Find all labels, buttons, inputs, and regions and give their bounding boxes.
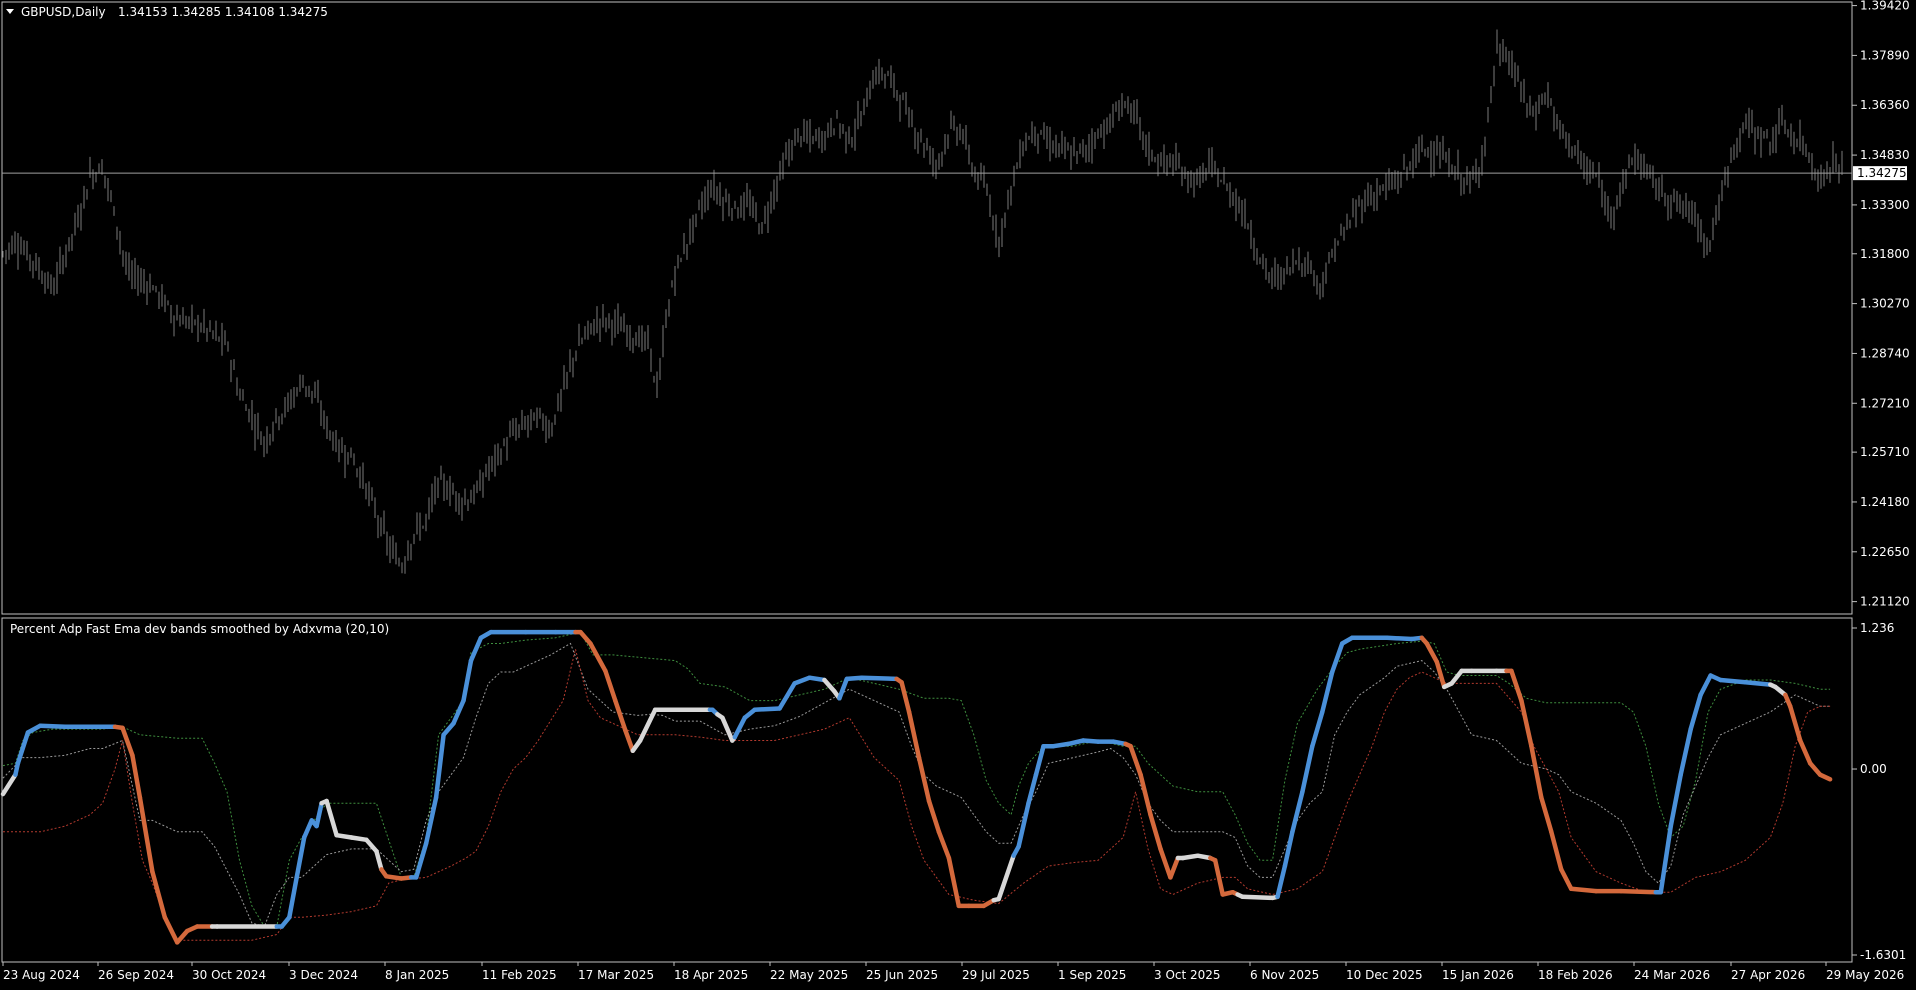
indicator-title: Percent Adp Fast Ema dev bands smoothed … [10, 622, 389, 636]
time-tick-label: 8 Jan 2025 [385, 968, 449, 982]
indicator-main-segment-neutral [349, 835, 369, 843]
time-tick-label: 25 Jun 2025 [866, 968, 938, 982]
time-tick-label: 29 May 2026 [1826, 968, 1904, 982]
time-tick-label: 3 Dec 2024 [289, 968, 358, 982]
indicator-main-segment-rising [807, 675, 827, 683]
time-tick-label: 30 Oct 2024 [192, 968, 266, 982]
indicator-main-segment-falling [1618, 888, 1659, 895]
chart-window[interactable]: 1.39420 1.37890 1.36360 1.34830 1.33300 1.318… [0, 0, 1916, 986]
time-tick-label: 18 Apr 2025 [674, 968, 748, 982]
price-tick-label: 1.33300 [1860, 198, 1910, 212]
time-tick-label: 15 Jan 2026 [1442, 968, 1514, 982]
time-tick-label: 11 Feb 2025 [482, 968, 557, 982]
time-tick-label: 1 Sep 2025 [1058, 968, 1126, 982]
current-price-tag: 1.34275 [1853, 166, 1907, 181]
time-tick-label: 29 Jul 2025 [962, 968, 1030, 982]
current-price-label: 1.34275 [1857, 166, 1907, 180]
time-tick-label: 17 Mar 2025 [578, 968, 654, 982]
price-tick-label: 1.24180 [1860, 495, 1910, 509]
time-tick-label: 27 Apr 2026 [1731, 968, 1805, 982]
time-tick-label: 24 Mar 2026 [1634, 968, 1710, 982]
indicator-main-segment-falling [1568, 886, 1599, 894]
indicator-main-segment-neutral [334, 832, 354, 840]
indicator-main-segment-rising [859, 675, 899, 682]
price-tick-label: 1.34830 [1860, 148, 1910, 162]
time-tick-label: 22 May 2025 [770, 968, 848, 982]
symbol-label: GBPUSD,Daily [21, 5, 106, 19]
indicator-main-segment-falling [384, 874, 404, 881]
time-tick-label: 26 Sep 2024 [98, 968, 174, 982]
indicator-main-segment-rising [752, 706, 782, 712]
time-tick-label: 23 Aug 2024 [3, 968, 80, 982]
indicator-main-segment-rising [1718, 677, 1748, 685]
time-tick-label: 18 Feb 2026 [1538, 968, 1613, 982]
ohlc-values: 1.34153 1.34285 1.34108 1.34275 [118, 5, 328, 19]
indicator-main-segment-rising [38, 723, 68, 730]
symbol-header[interactable]: GBPUSD,Daily 1.34153 1.34285 1.34108 1.3… [6, 5, 328, 19]
indicator-main-segment-rising [1051, 741, 1071, 749]
indicator-main-segment-neutral [1180, 853, 1201, 861]
indicator-tick-label: -1.6301 [1860, 948, 1906, 962]
indicator-tick-label: 0.00 [1860, 762, 1887, 776]
price-tick-label: 1.39420 [1860, 0, 1910, 13]
price-tick-label: 1.28740 [1860, 346, 1910, 360]
time-tick-label: 6 Nov 2025 [1250, 968, 1319, 982]
indicator-main-segment-neutral [1240, 894, 1275, 901]
price-tick-label: 1.36360 [1860, 98, 1910, 112]
price-tick-label: 1.22650 [1860, 545, 1910, 559]
time-tick-label: 3 Oct 2025 [1154, 968, 1221, 982]
indicator-main-segment-rising [844, 675, 865, 682]
price-tick-label: 1.37890 [1860, 48, 1910, 62]
indicator-tick-label: 1.236 [1860, 621, 1894, 635]
price-tick-label: 1.31800 [1860, 247, 1910, 261]
price-tick-label: 1.30270 [1860, 297, 1910, 311]
indicator-main-segment-rising [1384, 635, 1415, 642]
indicator-main-segment-rising [1743, 680, 1773, 687]
price-tick-label: 1.25710 [1860, 445, 1910, 459]
price-tick-label: 1.27210 [1860, 396, 1910, 410]
time-tick-label: 10 Dec 2025 [1346, 968, 1423, 982]
price-tick-label: 1.21120 [1860, 595, 1910, 609]
